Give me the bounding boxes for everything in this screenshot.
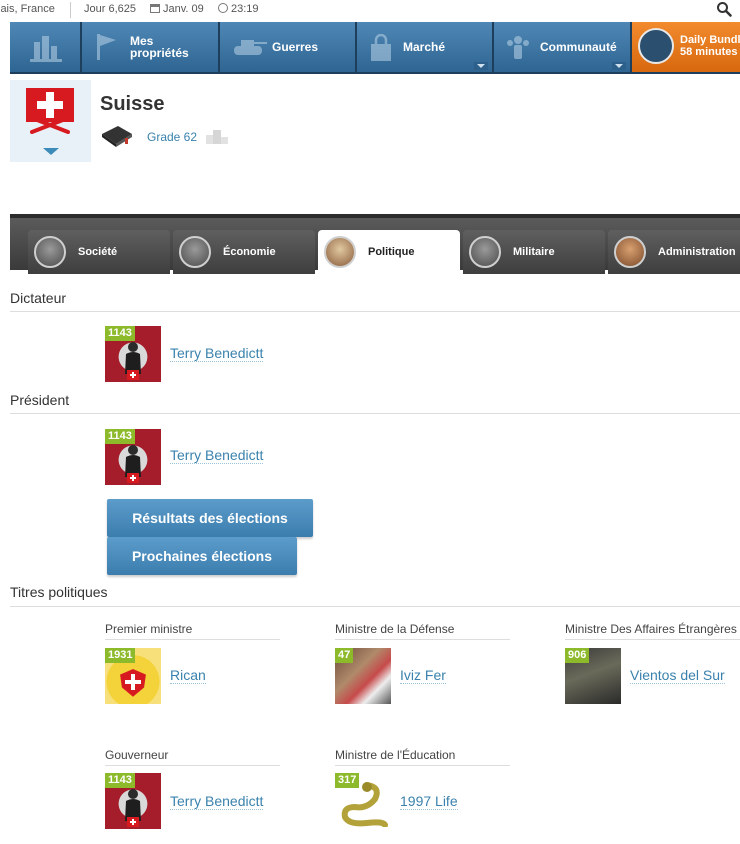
game-time: 23:19 xyxy=(218,3,259,15)
chevron-down-icon[interactable] xyxy=(612,62,626,70)
country-name: Suisse xyxy=(100,93,165,115)
date-text: Janv. 09 xyxy=(163,3,204,15)
society-icon xyxy=(34,236,66,268)
divider xyxy=(105,639,280,640)
country-flag-box[interactable] xyxy=(10,80,91,162)
person-name-link[interactable]: Vientos del Sur xyxy=(630,667,725,684)
bag-icon xyxy=(371,34,391,61)
calendar-icon xyxy=(150,4,160,13)
person-name-link[interactable]: Iviz Fer xyxy=(400,667,446,684)
level-badge: 1931 xyxy=(105,648,136,663)
divider xyxy=(105,765,280,766)
politics-icon xyxy=(324,236,356,268)
location-text: lais, France xyxy=(0,3,55,15)
grade-link[interactable]: Grade 62 xyxy=(147,130,197,144)
level-badge: 1143 xyxy=(105,429,135,444)
next-elections-button[interactable]: Prochaines élections xyxy=(107,537,297,575)
nav-label: Communauté xyxy=(540,40,617,54)
status-divider xyxy=(70,2,71,18)
tab-societe[interactable]: Société xyxy=(28,230,170,274)
level-badge: 47 xyxy=(335,648,354,663)
role-title: Ministre de la Défense xyxy=(335,622,455,636)
person-name-link[interactable]: 1997 Life xyxy=(400,793,458,810)
avatar[interactable]: 1931 xyxy=(105,648,161,704)
role-title: Ministre de l'Éducation xyxy=(335,748,456,762)
book-icon xyxy=(102,126,132,147)
role-title: Ministre Des Affaires Étrangères xyxy=(565,622,737,636)
economy-icon xyxy=(179,236,211,268)
nav-label: Guerres xyxy=(272,40,319,54)
time-text: 23:19 xyxy=(231,3,259,15)
level-badge: 906 xyxy=(565,648,590,663)
home-button[interactable] xyxy=(10,22,82,72)
status-bar: lais, France Jour 6,625 Janv. 09 23:19 xyxy=(0,0,740,20)
people-icon xyxy=(507,36,529,59)
avatar[interactable]: 1143 xyxy=(105,429,161,485)
podium-icon[interactable] xyxy=(206,128,228,144)
tab-militaire[interactable]: Militaire xyxy=(463,230,605,274)
level-badge: 1143 xyxy=(105,326,135,341)
tab-label: Économie xyxy=(223,246,276,258)
gift-icon xyxy=(638,28,674,64)
tab-label: Société xyxy=(78,246,118,258)
swiss-flag-icon xyxy=(26,88,74,134)
tab-label: Militaire xyxy=(513,246,555,258)
day-counter: Jour 6,625 xyxy=(84,3,136,15)
divider xyxy=(335,765,510,766)
flag-icon xyxy=(97,34,116,60)
nav-label: Marché xyxy=(403,40,446,54)
swiss-flag-icon xyxy=(127,370,139,380)
level-badge: 317 xyxy=(335,773,360,788)
tab-label: Administration xyxy=(658,246,736,258)
avatar[interactable]: 1143 xyxy=(105,773,161,829)
search-icon[interactable] xyxy=(716,1,732,17)
game-date: Janv. 09 xyxy=(150,3,204,15)
daily-bundle-button[interactable]: Daily Bundle 58 minutes xyxy=(632,22,740,72)
nav-guerres[interactable]: Guerres xyxy=(220,22,357,72)
clock-icon xyxy=(218,3,228,13)
divider xyxy=(335,639,510,640)
tab-politique[interactable]: Politique xyxy=(318,230,460,274)
nav-label: Mes propriétés xyxy=(130,34,189,60)
military-icon xyxy=(469,236,501,268)
daily-bundle-label: Daily Bundle xyxy=(680,34,740,46)
avatar[interactable]: 906 xyxy=(565,648,621,704)
tab-administration[interactable]: Administration xyxy=(608,230,740,274)
section-title-titres: Titres politiques xyxy=(10,584,108,600)
person-name-link[interactable]: Terry Benedictt xyxy=(170,793,264,810)
divider xyxy=(10,606,740,607)
tab-label: Politique xyxy=(368,246,415,258)
section-title-president: Président xyxy=(10,392,70,408)
city-icon xyxy=(30,36,62,62)
handshake-icon xyxy=(614,236,646,268)
person-name-link[interactable]: Terry Benedictt xyxy=(170,447,264,464)
person-name-link[interactable]: Rican xyxy=(170,667,206,684)
daily-bundle-timer: 58 minutes xyxy=(680,46,738,58)
level-badge: 1143 xyxy=(105,773,135,788)
role-title: Gouverneur xyxy=(105,748,169,762)
chevron-down-icon[interactable] xyxy=(474,62,488,70)
avatar[interactable]: 1143 xyxy=(105,326,161,382)
swiss-flag-icon xyxy=(127,817,139,827)
chevron-down-icon[interactable] xyxy=(43,148,59,155)
tank-icon xyxy=(234,40,267,55)
avatar[interactable]: 47 xyxy=(335,648,391,704)
divider xyxy=(565,639,740,640)
daily-bundle-text: Daily Bundle 58 minutes xyxy=(680,34,740,58)
avatar[interactable]: 317 xyxy=(335,773,391,829)
divider xyxy=(10,311,740,312)
divider xyxy=(10,413,740,414)
tab-economie[interactable]: Économie xyxy=(173,230,315,274)
nav-marche[interactable]: Marché xyxy=(357,22,494,72)
election-results-button[interactable]: Résultats des élections xyxy=(107,499,313,537)
swiss-flag-icon xyxy=(127,473,139,483)
role-title: Premier ministre xyxy=(105,622,193,636)
nav-mes-proprietes[interactable]: Mes propriétés xyxy=(82,22,220,72)
main-nav: Mes propriétés Guerres Marché Communauté… xyxy=(10,22,740,74)
shield-icon xyxy=(117,666,149,700)
section-title-dictateur: Dictateur xyxy=(10,290,67,306)
person-name-link[interactable]: Terry Benedictt xyxy=(170,345,264,362)
country-tabs: Société Économie Politique Militaire Adm… xyxy=(10,214,740,274)
nav-communaute[interactable]: Communauté xyxy=(494,22,632,72)
